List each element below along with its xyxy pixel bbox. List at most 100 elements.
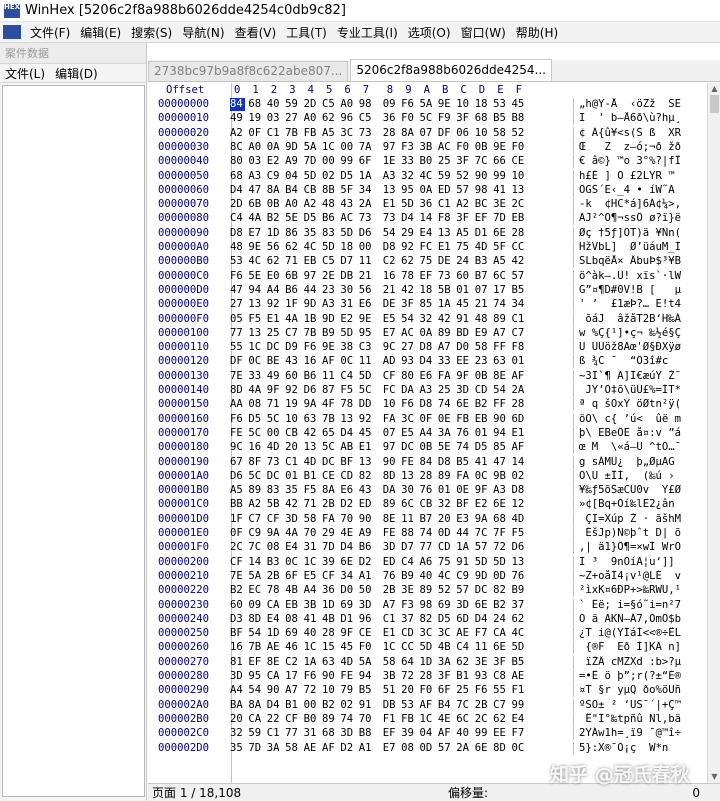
hex-byte[interactable]: 62 xyxy=(285,241,300,254)
hex-byte[interactable]: 69 xyxy=(438,599,453,612)
hex-byte[interactable]: 35 xyxy=(304,227,319,240)
hex-byte[interactable]: 04 xyxy=(285,170,300,183)
hex-byte[interactable]: 8A xyxy=(401,127,416,140)
hex-byte[interactable]: 51 xyxy=(383,684,398,697)
row-hex[interactable]: 2D 6B 0B A0 A2 48 43 2A E1 5D 36 C1 A2 BC 3E 2C xyxy=(230,198,530,211)
hex-byte[interactable]: 90 xyxy=(475,170,490,183)
hex-byte[interactable]: B7 xyxy=(475,270,490,283)
hex-byte[interactable]: 0D xyxy=(420,742,435,755)
hex-byte[interactable]: 1D xyxy=(322,599,337,612)
hex-byte[interactable]: 78 xyxy=(267,584,282,597)
row-text[interactable]: SLbqëÅ× ÂbuÞ$³¥B xyxy=(573,255,707,269)
hex-byte[interactable]: 07 xyxy=(420,127,435,140)
hex-byte[interactable]: 12 xyxy=(511,498,526,511)
hex-byte[interactable]: D2 xyxy=(340,742,355,755)
hex-byte[interactable]: D8 xyxy=(230,227,245,240)
hex-byte[interactable]: FE xyxy=(401,456,416,469)
hex-byte[interactable]: 7D xyxy=(322,541,337,554)
hex-byte[interactable]: 11 xyxy=(322,370,337,383)
hex-byte[interactable]: 0B xyxy=(420,441,435,454)
hex-byte[interactable]: 3D xyxy=(359,599,374,612)
hex-byte[interactable]: B8 xyxy=(511,112,526,125)
hex-byte[interactable]: 4E xyxy=(438,713,453,726)
hex-byte[interactable]: D6 xyxy=(511,541,526,554)
hex-byte[interactable]: 97 xyxy=(383,441,398,454)
hex-byte[interactable]: 69 xyxy=(285,627,300,640)
hex-byte[interactable]: 29 xyxy=(322,527,337,540)
hex-byte[interactable]: 3F xyxy=(493,656,508,669)
hex-byte[interactable]: 44 xyxy=(456,527,471,540)
hex-byte[interactable]: 75 xyxy=(420,255,435,268)
hex-byte[interactable]: 52 xyxy=(456,170,471,183)
hex-byte[interactable]: 25 xyxy=(438,155,453,168)
hex-byte[interactable]: C7 xyxy=(493,699,508,712)
hex-byte[interactable]: 3D xyxy=(230,670,245,683)
hex-byte[interactable]: 57 xyxy=(456,184,471,197)
hex-byte[interactable]: BC xyxy=(475,198,490,211)
hex-byte[interactable]: CF xyxy=(267,513,282,526)
hex-byte[interactable]: EB xyxy=(511,212,526,225)
hex-byte[interactable]: EB xyxy=(304,255,319,268)
hex-byte[interactable]: 9C xyxy=(230,441,245,454)
hex-byte[interactable]: CA xyxy=(493,627,508,640)
hex-byte[interactable]: 7C xyxy=(475,155,490,168)
hex-byte[interactable]: 41 xyxy=(493,184,508,197)
hex-byte[interactable]: DC xyxy=(267,341,282,354)
hex-byte[interactable]: 32 xyxy=(230,727,245,740)
hex-byte[interactable]: 36 xyxy=(420,198,435,211)
hex-byte[interactable]: 8E xyxy=(493,370,508,383)
hex-byte[interactable]: 36 xyxy=(383,112,398,125)
hex-byte[interactable]: 5A xyxy=(304,141,319,154)
hex-byte[interactable]: 9A xyxy=(475,513,490,526)
hex-byte[interactable]: 0F xyxy=(248,127,263,140)
hex-byte[interactable]: 89 xyxy=(438,470,453,483)
hex-byte[interactable]: F1 xyxy=(511,684,526,697)
hex-byte[interactable]: E4 xyxy=(420,227,435,240)
hex-byte[interactable]: 3C xyxy=(420,627,435,640)
hex-byte[interactable]: CF xyxy=(230,556,245,569)
hex-byte[interactable]: 6E xyxy=(340,556,355,569)
hex-byte[interactable]: 57 xyxy=(511,270,526,283)
hex-byte[interactable]: E9 xyxy=(475,327,490,340)
hex-byte[interactable]: F7 xyxy=(511,727,526,740)
hex-byte[interactable]: FA xyxy=(322,513,337,526)
hex-byte[interactable]: AE xyxy=(304,742,319,755)
hex-byte[interactable]: 28 xyxy=(322,627,337,640)
row-hex[interactable]: 49 19 03 27 A0 62 96 C5 36 F0 5C F9 3F 68 B5 B8 xyxy=(230,112,530,125)
hex-byte[interactable]: 9F xyxy=(456,370,471,383)
row-text[interactable]: {®F Eð Ì]KÄ n] xyxy=(573,641,707,655)
hex-byte[interactable]: 2B xyxy=(383,584,398,597)
row-hex[interactable]: 48 9E 56 62 4C 5D 18 00 D8 92 FC E1 75 4D 5F CC xyxy=(230,241,530,254)
hex-byte[interactable]: 92 xyxy=(285,384,300,397)
hex-byte[interactable]: E1 xyxy=(267,313,282,326)
hex-byte[interactable]: 14 xyxy=(420,212,435,225)
hex-byte[interactable]: 08 xyxy=(267,541,282,554)
hex-byte[interactable]: DB xyxy=(383,699,398,712)
hex-byte[interactable]: 8A xyxy=(322,484,337,497)
hex-byte[interactable]: F0 xyxy=(456,141,471,154)
hex-byte[interactable]: 28 xyxy=(511,398,526,411)
row-hex[interactable]: 84 68 40 59 2D C5 A0 98 09 F6 5A 9E 10 18 53 45 xyxy=(230,98,530,111)
hex-byte[interactable]: F7 xyxy=(475,627,490,640)
scroll-up-icon[interactable]: ▲ xyxy=(710,84,719,94)
hex-byte[interactable]: BF xyxy=(340,456,355,469)
hex-byte[interactable]: 00 xyxy=(340,141,355,154)
row-hex[interactable]: 60 09 CA EB 3B 1D 69 3D A7 F3 98 69 3D 6E B2 37 xyxy=(230,599,530,612)
hex-byte[interactable]: 16 xyxy=(304,355,319,368)
hex-byte[interactable]: 21 xyxy=(359,270,374,283)
hex-byte[interactable]: FC xyxy=(420,241,435,254)
hex-byte[interactable]: 60 xyxy=(230,599,245,612)
hex-byte[interactable]: D4 xyxy=(401,212,416,225)
hex-byte[interactable]: F5 xyxy=(304,484,319,497)
hex-byte[interactable]: 31 xyxy=(304,541,319,554)
hex-byte[interactable]: 7B xyxy=(322,413,337,426)
hex-byte[interactable]: 5D xyxy=(359,370,374,383)
row-text[interactable]: w %Ç{¹]•ç¬ ‰½é§Ç xyxy=(573,326,707,340)
hex-byte[interactable]: E1 xyxy=(511,427,526,440)
hex-byte[interactable]: 68 xyxy=(475,112,490,125)
hex-byte[interactable]: 54 xyxy=(248,684,263,697)
hex-byte[interactable]: 1D xyxy=(420,656,435,669)
hex-byte[interactable]: 86 xyxy=(285,227,300,240)
hex-byte[interactable]: 49 xyxy=(267,370,282,383)
row-text[interactable]: -k ¢HC*á]6Á¢¼>, xyxy=(573,198,707,212)
